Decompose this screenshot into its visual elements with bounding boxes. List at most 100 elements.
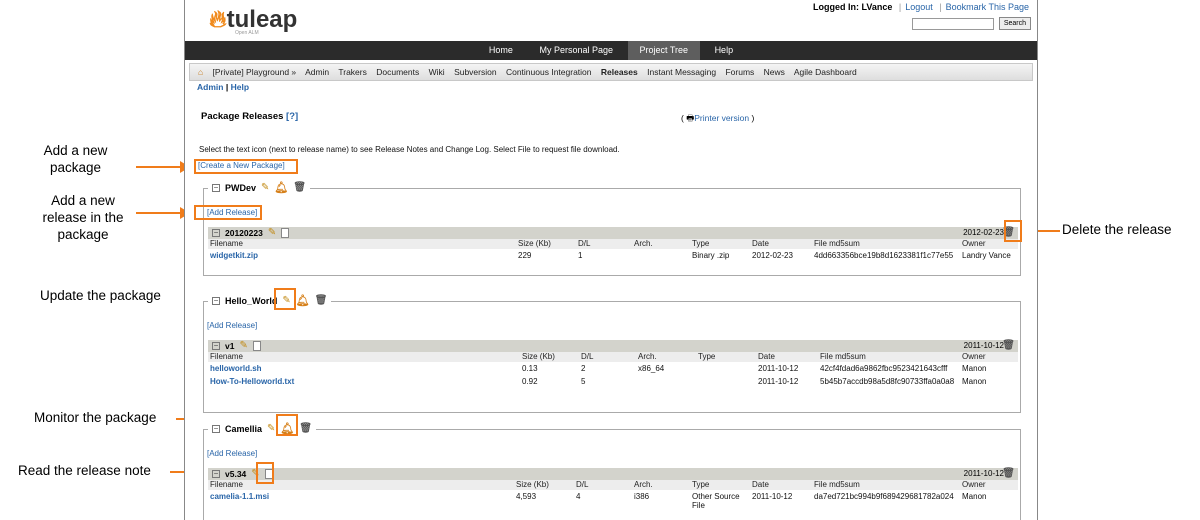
monitor-icon[interactable]: 🔔︎ <box>274 181 288 194</box>
callout-add-package: Add a new package <box>43 143 108 175</box>
search-input[interactable] <box>912 17 995 30</box>
release-note-icon[interactable] <box>281 228 290 238</box>
col-size: Size (Kb) <box>522 352 555 361</box>
help-link[interactable]: Help <box>231 82 249 92</box>
printer-version-link[interactable]: Printer version <box>694 113 749 123</box>
top-navigation: Home My Personal Page Project Tree Help <box>185 41 1037 60</box>
collapse-icon[interactable]: − <box>212 229 220 237</box>
tab-documents[interactable]: Documents <box>376 67 419 77</box>
file-date: 2011-10-12 <box>752 492 793 501</box>
add-release-link[interactable]: [Add Release] <box>207 321 257 330</box>
search-button[interactable]: Search <box>998 17 1031 31</box>
tab-instant-messaging[interactable]: Instant Messaging <box>647 67 716 77</box>
trash-icon[interactable]: 🗑︎ <box>315 295 328 306</box>
tuleap-logo[interactable]: 🔥︎tuleap Open ALM <box>209 6 297 36</box>
release-block: − v5.34 ✎ 2011-10-12 🗑︎ Filename Size (K… <box>208 468 1018 512</box>
file-type: Binary .zip <box>692 251 730 260</box>
file-size: 0.92 <box>522 377 538 386</box>
tab-subversion[interactable]: Subversion <box>454 67 497 77</box>
file-link[interactable]: How-To-Helloworld.txt <box>210 375 294 388</box>
page-title-text: Package Releases <box>201 111 284 122</box>
project-navigation: ⌂ [Private] Playground » Admin Trakers D… <box>189 63 1033 81</box>
col-md5: File md5sum <box>820 352 866 361</box>
trash-icon[interactable]: 🗑︎ <box>299 423 312 434</box>
file-link[interactable]: camelia-1.1.msi <box>210 490 269 503</box>
file-md5: 4dd663356bce19b8d1623381f1c77e55 <box>814 251 954 260</box>
tab-admin[interactable]: Admin <box>305 67 329 77</box>
file-size: 4,593 <box>516 492 537 501</box>
col-date: Date <box>758 352 775 361</box>
tab-news[interactable]: News <box>764 67 785 77</box>
pencil-icon[interactable]: ✎ <box>261 182 269 193</box>
tab-trackers[interactable]: Trakers <box>338 67 367 77</box>
highlight-add-release <box>194 205 262 220</box>
file-size: 229 <box>518 251 532 260</box>
username: LVance <box>861 2 893 12</box>
callout-read-release-note: Read the release note <box>18 463 151 478</box>
file-size: 0.13 <box>522 364 538 373</box>
nav-home[interactable]: Home <box>477 41 525 60</box>
admin-link[interactable]: Admin <box>197 82 223 92</box>
tab-wiki[interactable]: Wiki <box>429 67 445 77</box>
monitor-icon[interactable]: 🔔︎ <box>296 294 310 307</box>
col-date: Date <box>752 239 769 248</box>
file-link[interactable]: helloworld.sh <box>210 362 262 375</box>
nav-help[interactable]: Help <box>703 41 746 60</box>
col-type: Type <box>692 239 710 248</box>
tab-agile-dashboard[interactable]: Agile Dashboard <box>794 67 857 77</box>
nav-personal-page[interactable]: My Personal Page <box>527 41 625 60</box>
col-filename: Filename <box>210 352 243 361</box>
file-link[interactable]: widgetkit.zip <box>210 249 258 262</box>
search-bar: Search <box>912 15 1031 33</box>
pencil-icon[interactable]: ✎ <box>268 227 276 239</box>
callout-add-release: Add a new release in the package <box>42 193 124 242</box>
col-owner: Owner <box>962 239 986 248</box>
file-md5: da7ed721bc994b9f689429681782a024 <box>814 492 954 501</box>
tab-forums[interactable]: Forums <box>725 67 754 77</box>
release-block: − v1 ✎ 2011-10-12 🗑︎ Filename Size (Kb) … <box>208 340 1018 388</box>
package-name: Hello_World <box>225 295 278 306</box>
trash-icon[interactable]: 🗑︎ <box>1002 340 1015 352</box>
printer-paren-close: ) <box>751 113 755 123</box>
highlight-update-package <box>274 288 296 310</box>
package-name: Camellia <box>225 423 263 434</box>
package-camellia: − Camellia ✎ 🔔︎ 🗑︎ [Add Release] − v5.34… <box>203 422 1021 520</box>
col-filename: Filename <box>210 239 243 248</box>
package-pwdev: − PWDev ✎ 🔔︎ 🗑︎ [Add Release] − 20120223… <box>203 181 1021 276</box>
release-header: − v5.34 ✎ 2011-10-12 🗑︎ <box>208 468 1018 480</box>
callout-delete-release: Delete the release <box>1062 222 1172 237</box>
bookmark-link[interactable]: Bookmark This Page <box>946 2 1029 12</box>
collapse-icon[interactable]: − <box>212 470 220 478</box>
callout-update-package: Update the package <box>40 288 161 303</box>
logout-link[interactable]: Logout <box>905 2 933 12</box>
col-dl: D/L <box>578 239 591 248</box>
pencil-icon[interactable]: ✎ <box>239 340 247 352</box>
tab-continuous-integration[interactable]: Continuous Integration <box>506 67 592 77</box>
printer-paren-open: ( <box>681 113 684 123</box>
nav-project-tree[interactable]: Project Tree <box>627 41 701 60</box>
file-date: 2012-02-23 <box>752 251 793 260</box>
highlight-delete-release <box>1004 220 1022 242</box>
help-question-link[interactable]: [?] <box>286 111 298 122</box>
collapse-icon[interactable]: − <box>212 296 220 305</box>
col-dl: D/L <box>581 352 594 361</box>
add-release-link[interactable]: [Add Release] <box>207 449 257 458</box>
collapse-icon[interactable]: − <box>212 342 220 350</box>
file-date: 2011-10-12 <box>758 377 799 386</box>
trash-icon[interactable]: 🗑︎ <box>1002 468 1015 480</box>
release-name: 20120223 <box>225 228 263 238</box>
collapse-icon[interactable]: − <box>212 183 220 192</box>
home-icon[interactable]: ⌂ <box>198 67 203 77</box>
callout-monitor-package: Monitor the package <box>34 410 157 425</box>
trash-icon[interactable]: 🗑︎ <box>293 182 306 193</box>
project-crumb[interactable]: [Private] Playground » <box>213 67 297 77</box>
package-hello-world: − Hello_World ✎ 🔔︎ 🗑︎ [Add Release] − v1… <box>203 294 1021 413</box>
pencil-icon[interactable]: ✎ <box>267 423 275 434</box>
col-owner: Owner <box>962 352 986 361</box>
collapse-icon[interactable]: − <box>212 424 220 433</box>
release-note-icon[interactable] <box>252 341 261 351</box>
file-md5: 42cf4fdad6a9862fbc9523421643cfff <box>820 364 948 373</box>
release-header: − v1 ✎ 2011-10-12 🗑︎ <box>208 340 1018 352</box>
release-name: v1 <box>225 341 235 351</box>
tab-releases[interactable]: Releases <box>601 67 638 77</box>
